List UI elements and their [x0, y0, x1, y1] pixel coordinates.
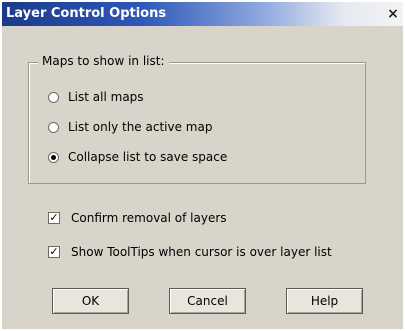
layer-control-options-dialog: Layer Control Options × Maps to show in …: [2, 2, 403, 329]
radio-label: List only the active map: [68, 120, 213, 134]
checkbox-checked[interactable]: ✓: [48, 212, 60, 224]
radio-list-all-maps[interactable]: List all maps: [48, 88, 144, 106]
checkbox-checked[interactable]: ✓: [48, 246, 60, 258]
radio-list-active-map[interactable]: List only the active map: [48, 118, 212, 136]
group-label: Maps to show in list:: [38, 54, 169, 68]
radio-label: List all maps: [68, 90, 144, 104]
checkbox-confirm-removal[interactable]: ✓ Confirm removal of layers: [48, 209, 227, 227]
title-bar[interactable]: Layer Control Options ×: [2, 2, 403, 26]
radio-collapse-list[interactable]: Collapse list to save space: [48, 148, 227, 166]
close-icon[interactable]: ×: [383, 4, 403, 24]
radio-label: Collapse list to save space: [68, 150, 228, 164]
checkbox-show-tooltips[interactable]: ✓ Show ToolTips when cursor is over laye…: [48, 243, 332, 261]
ok-button[interactable]: OK: [52, 288, 129, 314]
checkbox-label: Show ToolTips when cursor is over layer …: [71, 245, 332, 259]
checkbox-label: Confirm removal of layers: [71, 211, 227, 225]
cancel-button[interactable]: Cancel: [169, 288, 246, 314]
help-button[interactable]: Help: [286, 288, 363, 314]
radio-button[interactable]: [48, 121, 59, 133]
radio-button[interactable]: [48, 91, 59, 103]
window-title: Layer Control Options: [6, 6, 167, 21]
radio-button-selected[interactable]: [48, 151, 59, 163]
